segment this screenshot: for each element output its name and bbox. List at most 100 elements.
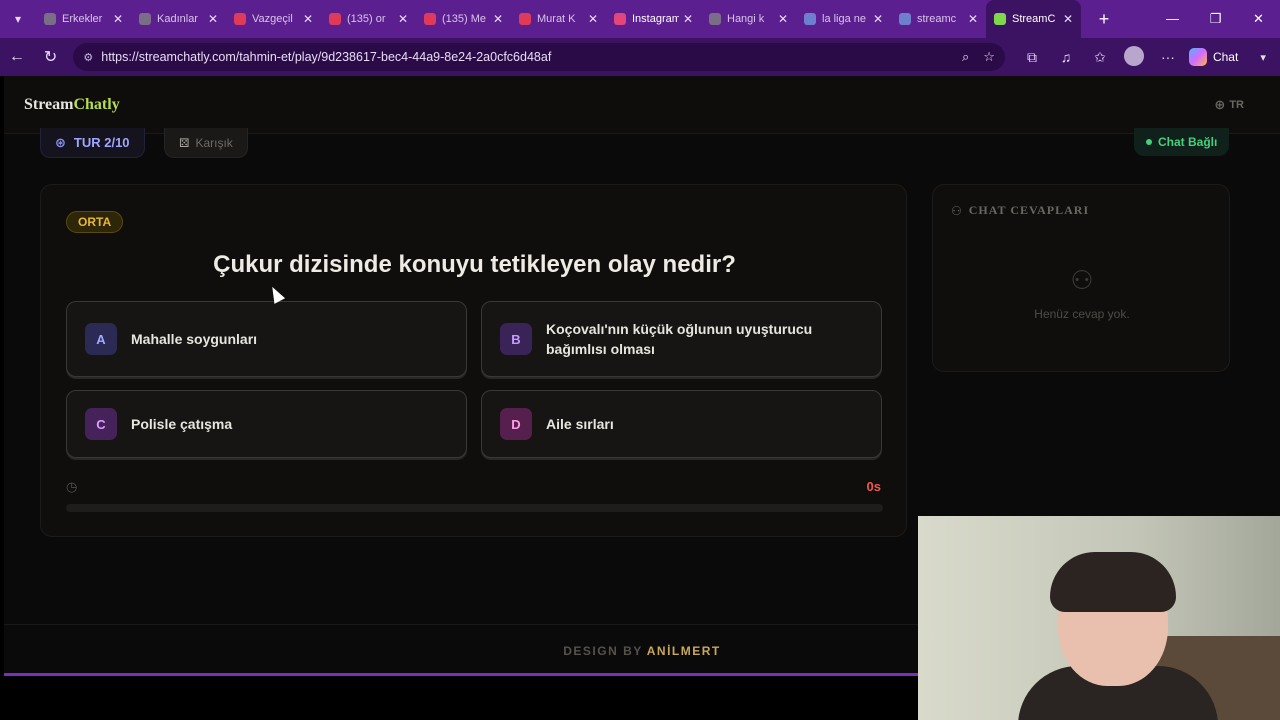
browser-toolbar: ← ↻ ⚙ https://streamchatly.com/tahmin-et… <box>0 38 1280 76</box>
clock-icon: ◷ <box>66 479 78 494</box>
address-bar[interactable]: ⚙ https://streamchatly.com/tahmin-et/pla… <box>73 43 1005 71</box>
timer-progress-bar <box>66 504 883 512</box>
close-tab-icon[interactable]: ✕ <box>1063 12 1073 26</box>
connection-status-badge: Chat Bağlı <box>1134 128 1230 156</box>
tab-title: Vazgeçil <box>252 13 293 25</box>
footer-prefix: DESIGN BY <box>563 643 643 658</box>
webcam-overlay <box>918 516 1280 720</box>
browser-tab[interactable]: Murat K ✕ <box>511 0 606 38</box>
close-tab-icon[interactable]: ✕ <box>398 12 408 26</box>
profile-avatar[interactable] <box>1117 45 1151 69</box>
new-tab-icon[interactable]: + <box>1089 9 1119 30</box>
connection-status-label: Chat Bağlı <box>1158 135 1218 149</box>
favorite-star-icon[interactable]: ☆ <box>983 49 995 65</box>
logo-accent-text: Chatly <box>73 95 120 113</box>
globe-icon: ⊕ <box>1214 96 1226 112</box>
youtube-favicon-icon <box>519 13 531 25</box>
round-icon: ⊛ <box>55 134 66 150</box>
timer-value: 0s <box>866 479 881 494</box>
back-arrow-icon[interactable]: ← <box>0 48 34 66</box>
site-info-icon[interactable]: ⚙ <box>83 51 93 64</box>
close-window-icon[interactable]: ✕ <box>1237 11 1280 27</box>
webcam-person-hair <box>1050 552 1176 612</box>
browser-tab[interactable]: Hangi k ✕ <box>701 0 796 38</box>
difficulty-badge: ORTA <box>66 211 124 233</box>
maximize-icon[interactable]: ❐ <box>1194 11 1237 27</box>
streamchatly-favicon-icon <box>994 13 1006 25</box>
option-text: Aile sırları <box>546 416 614 432</box>
category-label: Karışık <box>195 135 233 150</box>
tab-favicon-icon <box>139 13 151 25</box>
browser-tab[interactable]: Instagram ✕ <box>606 0 701 38</box>
close-tab-icon[interactable]: ✕ <box>113 12 123 26</box>
tab-actions-menu-icon[interactable]: ▾ <box>0 0 36 38</box>
answer-option-c[interactable]: C Polisle çatışma <box>66 390 467 458</box>
tab-title: Instagram <box>632 13 679 25</box>
favorites-icon[interactable]: ✩ <box>1083 49 1117 66</box>
close-tab-icon[interactable]: ✕ <box>588 12 598 26</box>
option-text: Mahalle soygunları <box>131 331 258 347</box>
search-favicon-icon <box>804 13 816 25</box>
option-letter: D <box>500 408 532 440</box>
option-letter: A <box>85 323 117 355</box>
url-text: https://streamchatly.com/tahmin-et/play/… <box>101 50 552 64</box>
tab-title: Erkekler <box>62 13 103 25</box>
youtube-favicon-icon <box>329 13 341 25</box>
browser-tab[interactable]: streamc ✕ <box>891 0 986 38</box>
chat-answers-title: ⚇ CHAT CEVAPLARI <box>951 203 1089 218</box>
chat-button-label: Chat <box>1212 50 1239 64</box>
chat-empty-message: Henüz cevap yok. <box>1034 307 1130 321</box>
close-tab-icon[interactable]: ✕ <box>683 12 693 26</box>
copilot-chat-button[interactable]: Chat <box>1188 48 1239 66</box>
answer-option-a[interactable]: A Mahalle soygunları <box>66 301 467 377</box>
category-badge: ⚄ Karışık <box>164 128 248 158</box>
minimize-icon[interactable]: — <box>1151 11 1194 27</box>
browser-tab-active[interactable]: StreamC ✕ <box>986 0 1081 38</box>
site-logo[interactable]: StreamChatly <box>24 96 120 114</box>
language-label: TR <box>1229 98 1244 111</box>
close-tab-icon[interactable]: ✕ <box>873 12 883 26</box>
answer-option-b[interactable]: B Koçovalı'nın küçük oğlunun uyuşturucu … <box>481 301 882 377</box>
answer-option-d[interactable]: D Aile sırları <box>481 390 882 458</box>
copilot-icon <box>1188 48 1207 66</box>
extensions-icon[interactable]: ⧉ <box>1015 49 1049 66</box>
site-header: StreamChatly ⊕ TR <box>4 76 1280 134</box>
close-tab-icon[interactable]: ✕ <box>968 12 978 26</box>
round-indicator: ⊛ TUR 2/10 <box>40 128 145 158</box>
browser-tab[interactable]: (135) Me ✕ <box>416 0 511 38</box>
close-tab-icon[interactable]: ✕ <box>493 12 503 26</box>
browser-tab-bar: ▾ Erkekler ✕ Kadınlar ✕ Vazgeçil ✕ (135) or… <box>0 0 1280 38</box>
browser-tab[interactable]: Vazgeçil ✕ <box>226 0 321 38</box>
browser-tab[interactable]: Erkekler ✕ <box>36 0 131 38</box>
close-tab-icon[interactable]: ✕ <box>303 12 313 26</box>
browser-tab[interactable]: la liga ne ✕ <box>796 0 891 38</box>
browser-tab[interactable]: (135) or ✕ <box>321 0 416 38</box>
tab-title: Kadınlar <box>157 13 198 25</box>
users-icon: ⚇ <box>951 203 963 218</box>
footer-author-link[interactable]: ANİLMERT <box>647 644 721 658</box>
browser-tab[interactable]: Kadınlar ✕ <box>131 0 226 38</box>
close-tab-icon[interactable]: ✕ <box>208 12 218 26</box>
tab-title: StreamC <box>1012 13 1056 25</box>
chat-answers-title-text: CHAT CEVAPLARI <box>968 203 1090 217</box>
logo-text: Stream <box>24 95 74 113</box>
tab-favicon-icon <box>709 13 721 25</box>
browser-essentials-icon[interactable]: ♫ <box>1049 49 1083 65</box>
round-label: TUR 2/10 <box>73 135 130 150</box>
chat-answers-panel: ⚇ CHAT CEVAPLARI ⚇ Henüz cevap yok. <box>932 184 1230 372</box>
option-letter: C <box>85 408 117 440</box>
tab-title: (135) Me <box>442 13 487 25</box>
close-tab-icon[interactable]: ✕ <box>778 12 788 26</box>
window-controls: — ❐ ✕ <box>1151 11 1280 27</box>
reload-icon[interactable]: ↻ <box>34 47 68 67</box>
users-empty-icon: ⚇ <box>1070 265 1094 295</box>
status-dot-icon <box>1146 139 1152 145</box>
language-selector[interactable]: ⊕ TR <box>1214 97 1244 113</box>
option-letter: B <box>500 323 532 355</box>
more-options-icon[interactable]: ··· <box>1151 49 1185 65</box>
dice-icon: ⚄ <box>179 135 190 150</box>
option-text: Polisle çatışma <box>131 416 233 432</box>
chevron-down-icon[interactable]: ▾ <box>1246 51 1280 64</box>
zoom-icon[interactable]: ⌕ <box>962 49 969 65</box>
tab-title: streamc <box>917 13 957 25</box>
